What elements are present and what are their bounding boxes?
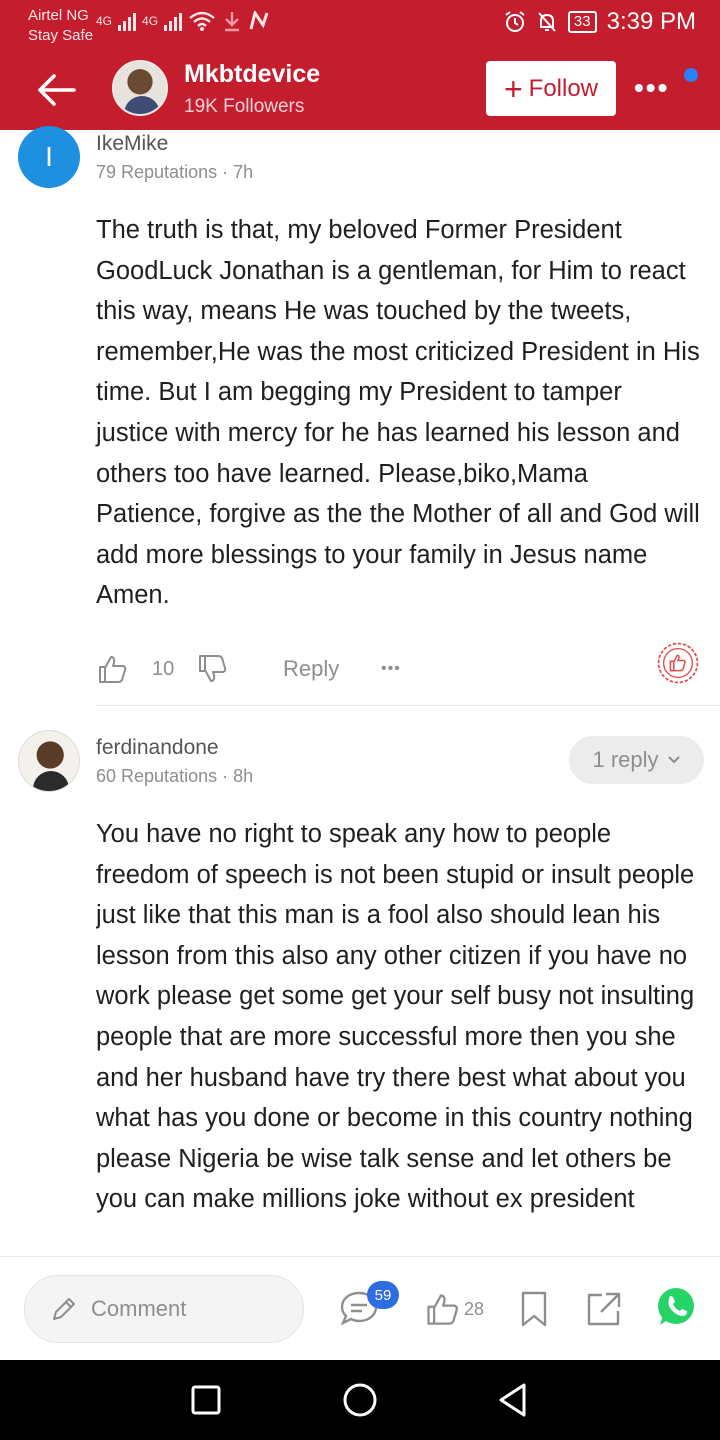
thumbs-down-icon xyxy=(199,655,227,682)
recent-apps-icon[interactable] xyxy=(190,1384,222,1416)
comment-placeholder: Comment xyxy=(91,1296,187,1321)
comment-username[interactable]: IkeMike xyxy=(96,132,168,156)
like-button[interactable] xyxy=(96,647,128,691)
comment-text: You have no right to speak any how to pe… xyxy=(96,820,695,1214)
system-navigation-bar xyxy=(0,1360,720,1440)
bookmark-icon xyxy=(521,1291,547,1327)
chevron-down-icon xyxy=(667,756,680,764)
share-button[interactable] xyxy=(584,1287,624,1331)
comment-actions: 10 Reply ••• xyxy=(96,642,706,691)
back-nav-icon[interactable] xyxy=(496,1382,530,1418)
like-count: 10 xyxy=(152,657,175,680)
dislike-button[interactable] xyxy=(196,647,228,691)
thumbs-up-icon xyxy=(427,1294,459,1325)
whatsapp-share-button[interactable] xyxy=(654,1285,698,1329)
comment-input[interactable]: Comment xyxy=(24,1275,304,1343)
bottom-action-bar: Comment 59 28 xyxy=(0,1256,720,1360)
reply-button[interactable]: Reply xyxy=(283,647,339,691)
user-avatar[interactable] xyxy=(18,730,80,792)
pencil-icon xyxy=(53,1298,75,1320)
whatsapp-icon xyxy=(658,1288,694,1325)
home-icon[interactable] xyxy=(342,1382,378,1418)
bookmark-button[interactable] xyxy=(518,1287,550,1331)
comment-text: The truth is that, my beloved Former Pre… xyxy=(96,216,700,610)
view-replies-button[interactable]: 1 reply xyxy=(569,736,704,784)
comment-item: ferdinandone 60 Reputations · 8h 1 reply… xyxy=(0,706,720,1256)
comment-count-badge: 59 xyxy=(367,1281,399,1309)
thumbs-up-icon xyxy=(99,656,127,683)
comment-more-icon[interactable]: ••• xyxy=(381,647,401,691)
post-like-count: 28 xyxy=(464,1298,485,1319)
post-like-button[interactable]: 28 xyxy=(424,1287,484,1331)
top-comment-stamp-icon xyxy=(657,642,699,684)
comment-item: I IkeMike 79 Reputations · 7h The truth … xyxy=(0,0,720,705)
share-icon xyxy=(587,1292,621,1326)
replies-label: 1 reply xyxy=(592,747,659,772)
comment-username[interactable]: ferdinandone xyxy=(96,736,219,760)
comment-meta: 60 Reputations · 8h xyxy=(96,766,254,786)
user-avatar[interactable]: I xyxy=(18,126,80,188)
comment-meta: 79 Reputations · 7h xyxy=(96,162,254,182)
